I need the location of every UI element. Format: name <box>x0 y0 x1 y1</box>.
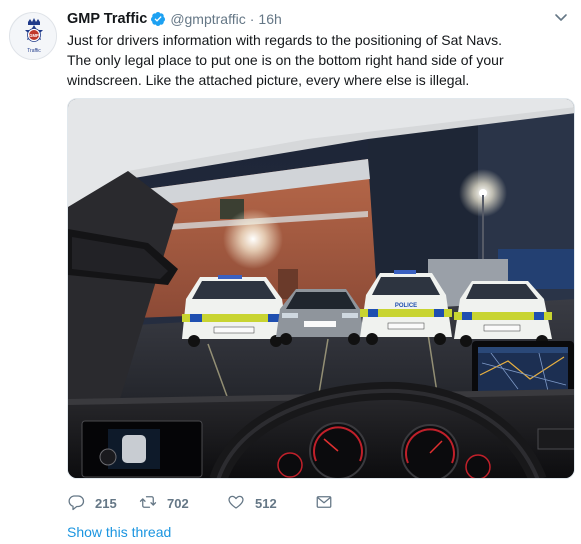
retweet-count: 702 <box>167 495 189 511</box>
attached-photo[interactable]: POLICE <box>67 98 575 479</box>
avatar[interactable]: GMP Traffic <box>9 12 57 60</box>
like-button[interactable]: 512 <box>227 493 315 514</box>
verified-badge-icon <box>150 11 166 27</box>
tweet-text-line: Just for drivers information with regard… <box>67 32 502 48</box>
direct-message-button[interactable] <box>315 493 333 514</box>
chevron-down-icon[interactable] <box>553 9 569 25</box>
display-name[interactable]: GMP Traffic <box>67 11 147 27</box>
reply-icon <box>67 493 85 514</box>
tweet-actions: 215 702 512 <box>67 493 333 513</box>
tweet-text-line: windscreen. Like the attached picture, e… <box>67 72 470 88</box>
retweet-icon <box>139 493 157 514</box>
avatar-badge-text: GMP <box>29 33 39 38</box>
tweet-text-line: The only legal place to put one is on th… <box>67 52 504 68</box>
tweet-header: GMP Traffic @gmptraffic · 16h <box>67 9 561 29</box>
show-thread-link[interactable]: Show this thread <box>67 524 171 540</box>
reply-count: 215 <box>95 495 117 511</box>
retweet-button[interactable]: 702 <box>139 493 227 514</box>
handle[interactable]: @gmptraffic <box>170 11 245 27</box>
like-count: 512 <box>255 495 277 511</box>
tweet-text: Just for drivers information with regard… <box>67 30 567 90</box>
police-text: POLICE <box>395 303 417 309</box>
envelope-icon <box>315 493 333 514</box>
reply-button[interactable]: 215 <box>67 493 139 514</box>
heart-icon <box>227 493 245 514</box>
timestamp[interactable]: 16h <box>258 11 281 27</box>
separator: · <box>249 11 255 27</box>
avatar-caption: Traffic <box>27 48 41 54</box>
